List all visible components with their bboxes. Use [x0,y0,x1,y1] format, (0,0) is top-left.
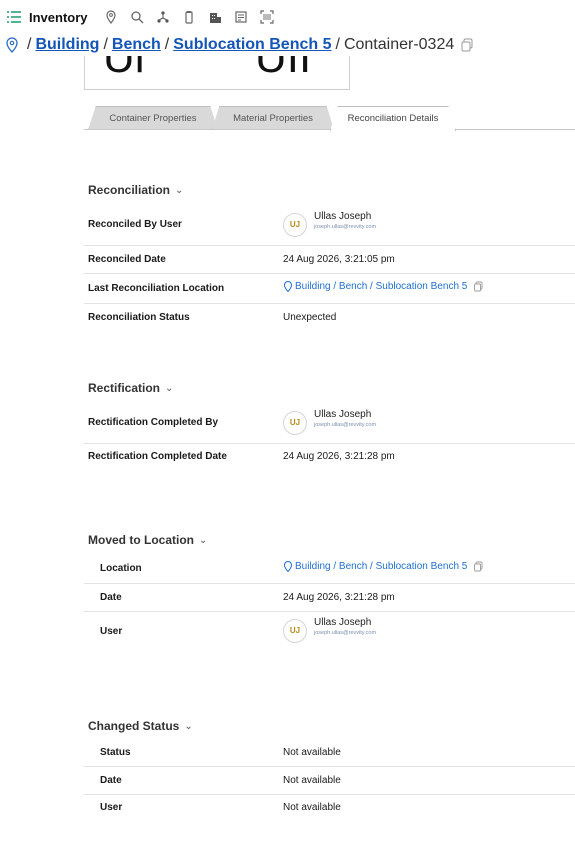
user-name: Ullas Joseph [314,409,372,420]
row-label: Reconciliation Status [88,312,190,323]
tab-material-properties[interactable]: Material Properties [212,106,334,130]
section-title: Moved to Location [88,533,194,547]
row-value: Unexpected [283,312,337,323]
row-rectified-date: Rectification Completed Date 24 Aug 2026… [84,444,575,470]
row-value: Not available [283,802,341,813]
section-changed-status-header[interactable]: Changed Status ⌄ [88,719,193,733]
copy-icon[interactable] [473,561,484,572]
chevron-down-icon[interactable]: ⌄ [165,383,173,394]
row-rectified-by: Rectification Completed By UJ Ullas Jose… [84,405,575,444]
container-icon[interactable] [181,9,197,25]
breadcrumb-separator: / [335,36,340,53]
row-moved-user: User UJ Ullas Joseph joseph.ullas@revvit… [84,612,575,650]
row-label: Reconciled Date [88,254,166,265]
location-pin-icon [5,37,19,53]
avatar: UJ [283,411,307,435]
scan-icon[interactable] [259,9,275,25]
breadcrumb-building[interactable]: Building [35,36,99,54]
breadcrumb-sublocation[interactable]: Sublocation Bench 5 [173,36,331,54]
tab-divider [84,129,575,130]
row-moved-location: Location Building / Bench / Sublocation … [84,555,575,584]
section-rectification-header[interactable]: Rectification ⌄ [88,381,173,395]
location-icon[interactable] [103,9,119,25]
row-reconciled-by: Reconciled By User UJ Ullas Joseph josep… [84,207,575,246]
search-icon[interactable] [129,9,145,25]
row-value: 24 Aug 2026, 3:21:05 pm [283,254,395,265]
row-label: Last Reconciliation Location [88,283,225,294]
breadcrumb: / Building / Bench / Sublocation Bench 5… [0,34,575,56]
row-value: 24 Aug 2026, 3:21:28 pm [283,592,395,603]
section-reconciliation-header[interactable]: Reconciliation ⌄ [88,183,183,197]
row-reconciliation-status: Reconciliation Status Unexpected [84,304,575,330]
user-name: Ullas Joseph [314,211,372,222]
tab-container-properties[interactable]: Container Properties [88,106,218,130]
barcode-text-left: Ul [103,56,145,82]
row-value: Not available [283,775,341,786]
user-chip: UJ Ullas Joseph joseph.ullas@revvity.com [283,617,376,643]
location-link[interactable]: Building / Bench / Sublocation Bench 5 [283,560,484,573]
row-changed-status: Status Not available [84,740,575,767]
chevron-down-icon[interactable]: ⌄ [175,185,183,196]
row-changed-date: Date Not available [84,767,575,795]
location-link[interactable]: Building / Bench / Sublocation Bench 5 [283,280,484,293]
list-icon[interactable] [5,8,23,26]
location-pin-icon [283,280,293,293]
section-title: Reconciliation [88,183,171,197]
row-label: Rectification Completed By [88,417,219,428]
row-changed-user: User Not available [84,795,575,821]
user-chip: UJ Ullas Joseph joseph.ullas@revvity.com [283,409,376,435]
row-value: Not available [283,747,341,758]
row-label: User [100,802,123,813]
barcode-text-right: UII [255,56,312,82]
tab-bar: Container Properties Material Properties… [84,106,575,131]
section-title: Rectification [88,381,161,395]
row-reconciled-date: Reconciled Date 24 Aug 2026, 3:21:05 pm [84,246,575,274]
user-email: joseph.ullas@revvity.com [314,422,377,428]
top-toolbar: Inventory [0,0,575,34]
row-label: Rectification Completed Date [88,451,227,462]
section-moved-header[interactable]: Moved to Location ⌄ [88,533,207,547]
breadcrumb-current: Container-0324 [343,36,455,53]
chevron-down-icon[interactable]: ⌄ [184,721,192,732]
notes-icon[interactable] [233,9,249,25]
row-label: Status [100,747,131,758]
hierarchy-icon[interactable] [155,9,171,25]
breadcrumb-separator: / [164,36,170,53]
row-label: Reconciled By User [88,219,182,230]
row-moved-date: Date 24 Aug 2026, 3:21:28 pm [84,584,575,612]
row-label: User [100,626,123,637]
row-value: 24 Aug 2026, 3:21:28 pm [283,451,395,462]
chevron-down-icon[interactable]: ⌄ [199,535,207,546]
avatar: UJ [283,619,307,643]
barcode-label: Ul UII [84,56,350,90]
breadcrumb-separator: / [103,36,108,53]
tab-reconciliation-details[interactable]: Reconciliation Details [330,106,456,131]
section-title: Changed Status [88,719,180,733]
location-text: Building / Bench / Sublocation Bench 5 [295,281,468,292]
building-icon[interactable] [207,9,223,25]
user-name: Ullas Joseph [314,617,372,628]
user-chip: UJ Ullas Joseph joseph.ullas@revvity.com [283,211,376,237]
user-email: joseph.ullas@revvity.com [314,224,377,230]
location-text: Building / Bench / Sublocation Bench 5 [295,561,468,572]
row-label: Date [100,775,122,786]
row-last-location: Last Reconciliation Location Building / … [84,274,575,304]
location-pin-icon [283,560,293,573]
row-label: Date [100,592,122,603]
user-email: joseph.ullas@revvity.com [314,630,377,636]
breadcrumb-bench[interactable]: Bench [112,36,161,54]
copy-icon[interactable] [460,38,474,52]
copy-icon[interactable] [473,281,484,292]
app-title: Inventory [29,9,88,25]
row-label: Location [100,563,142,574]
breadcrumb-separator: / [27,36,32,53]
avatar: UJ [283,213,307,237]
